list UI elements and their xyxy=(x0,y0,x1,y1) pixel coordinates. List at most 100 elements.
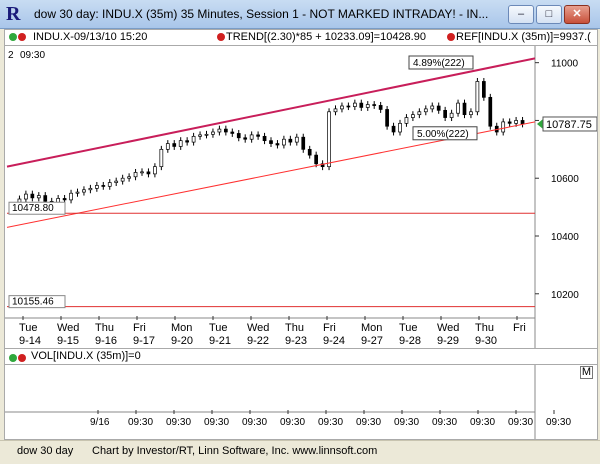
day-of-week-label: Thu xyxy=(95,322,114,334)
price-tick-label: 11000 xyxy=(551,59,579,70)
price-tick-label: 10600 xyxy=(551,174,579,185)
candle-body xyxy=(43,195,48,202)
candle-body xyxy=(288,138,293,143)
candle-body xyxy=(482,81,486,98)
candle-body xyxy=(353,102,357,107)
candle-body xyxy=(398,122,402,133)
day-of-week-label: Thu xyxy=(285,322,304,334)
vol-red-dot-icon xyxy=(18,354,26,362)
candle-body xyxy=(462,102,467,116)
trend-dot-icon xyxy=(217,33,225,41)
candle-body xyxy=(88,187,93,191)
price-tick-label: 10400 xyxy=(551,232,579,243)
candle-body xyxy=(75,191,80,194)
status-credit: Chart by Investor/RT, Linn Software, Inc… xyxy=(92,445,378,457)
candle-body xyxy=(282,138,286,146)
date-label: 9-22 xyxy=(247,335,269,347)
day-of-week-label: Wed xyxy=(437,322,459,334)
time-axis: 9/16 09:30 09:30 09:30 09:30 09:30 09:30 09:30 0… xyxy=(5,365,571,439)
date-label: 9-20 xyxy=(171,335,193,347)
candle-body xyxy=(301,136,306,150)
candle-body xyxy=(236,133,241,139)
symbol-label[interactable]: INDU.X-09/13/10 15:20 xyxy=(33,30,147,45)
candle-body xyxy=(359,102,364,108)
day-of-week-label: Fri xyxy=(513,322,526,334)
candle-body xyxy=(204,133,209,136)
time-label: 09:30 xyxy=(356,417,381,428)
maximize-button[interactable]: □ xyxy=(536,5,562,24)
candle-body xyxy=(256,134,260,137)
candle-body xyxy=(411,114,415,118)
candle-body xyxy=(514,120,518,124)
candle-body xyxy=(185,140,189,143)
candle-body xyxy=(133,172,138,178)
ref-dot-icon xyxy=(447,33,455,41)
time-label: 09:30 xyxy=(128,417,153,428)
candle-body xyxy=(269,140,273,144)
day-of-week-label: Tue xyxy=(399,322,418,334)
candle-body xyxy=(436,105,441,111)
title-bar[interactable]: R dow 30 day: INDU.X (35m) 35 Minutes, S… xyxy=(0,0,600,29)
candle-body xyxy=(501,121,506,133)
price-chart[interactable]: 110001080010600104001020010478.8010155.4… xyxy=(4,45,598,349)
indicator-bar: INDU.X-09/13/10 15:20 TREND[(2.30)*85 + … xyxy=(4,29,598,46)
candle-body xyxy=(417,111,422,116)
chart-window: R dow 30 day: INDU.X (35m) 35 Minutes, S… xyxy=(0,0,600,464)
price-tick-label: 10200 xyxy=(551,290,579,301)
trend-label: TREND[(2.30)*85 + 10233.09]=10428.90 xyxy=(226,31,426,43)
time-label: 09:30 xyxy=(432,417,457,428)
candle-body xyxy=(378,105,383,110)
candle-body xyxy=(488,96,493,127)
candle-body xyxy=(69,192,73,201)
candle-body xyxy=(114,180,119,183)
candle-body xyxy=(120,177,125,182)
candle-body xyxy=(198,134,202,137)
day-of-week-label: Tue xyxy=(209,322,228,334)
candle-body xyxy=(365,104,370,108)
day-of-week-label: Mon xyxy=(361,322,382,334)
candle-body xyxy=(211,131,215,135)
volume-label: VOL[INDU.X (35m)]=0 xyxy=(31,350,141,362)
ref-indicator[interactable]: REF[INDU.X (35m)]=9937.( xyxy=(447,30,591,45)
chart-canvas[interactable]: 110001080010600104001020010478.8010155.4… xyxy=(5,46,598,348)
candle-body xyxy=(172,143,177,147)
volume-pane[interactable]: M 9/16 09:30 09:30 09:30 09:30 09:30 09:30 09:3… xyxy=(4,364,598,440)
candle-body xyxy=(314,154,318,165)
status-chart-name: dow 30 day xyxy=(17,445,74,457)
trend-indicator[interactable]: TREND[(2.30)*85 + 10233.09]=10428.90 xyxy=(217,30,426,45)
date-label: 9-16 xyxy=(95,335,117,347)
candle-body xyxy=(101,185,106,187)
candle-body xyxy=(430,105,435,110)
day-of-week-label: Wed xyxy=(57,322,79,334)
channel-upper-line xyxy=(6,57,536,168)
day-of-week-label: Mon xyxy=(171,322,192,334)
window-title: dow 30 day: INDU.X (35m) 35 Minutes, Ses… xyxy=(34,7,489,21)
day-of-week-label: Wed xyxy=(247,322,269,334)
candle-body xyxy=(140,171,144,174)
candle-body xyxy=(191,135,196,143)
green-dot-icon xyxy=(9,33,17,41)
candle-body xyxy=(24,193,28,200)
close-button[interactable]: ✕ xyxy=(564,5,590,24)
pane-menu-button[interactable] xyxy=(9,30,27,45)
candle-body xyxy=(153,166,157,175)
candle-body xyxy=(340,105,344,110)
candle-body xyxy=(62,198,67,201)
volume-pane-marker[interactable]: M xyxy=(579,366,593,379)
candle-body xyxy=(107,182,112,187)
candle-body xyxy=(346,105,351,108)
time-label: 09:30 xyxy=(166,417,191,428)
last-price-label: 10787.75 xyxy=(546,119,592,131)
date-label: 9-24 xyxy=(323,335,345,347)
channel-lower-label: 5.00%(222) xyxy=(417,129,469,140)
date-label: 9-28 xyxy=(399,335,421,347)
candle-body xyxy=(385,109,389,127)
date-label: 9-30 xyxy=(475,335,497,347)
date-label: 9-14 xyxy=(19,335,41,347)
red-dot-icon xyxy=(18,33,26,41)
time-label: 09:30 xyxy=(280,417,305,428)
minimize-button[interactable]: – xyxy=(508,5,534,24)
candle-body xyxy=(372,104,377,106)
time-label: 09:30 xyxy=(394,417,419,428)
vol-menu-button[interactable] xyxy=(9,352,27,364)
